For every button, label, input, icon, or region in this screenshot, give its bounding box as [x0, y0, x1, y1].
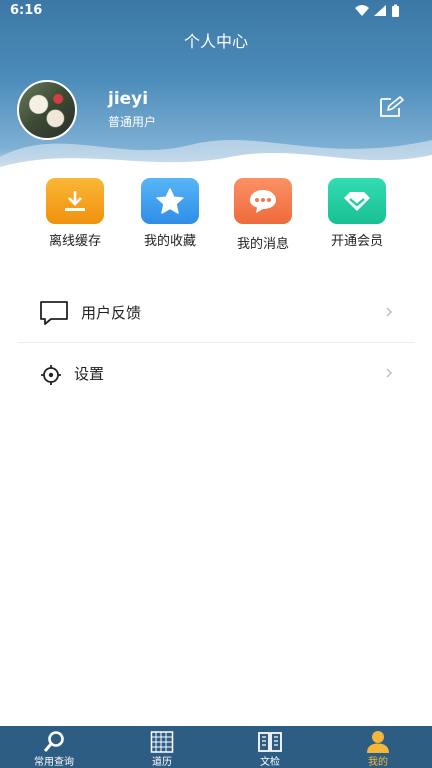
open-membership-button[interactable]: 开通会员 — [314, 178, 400, 249]
username: jieyi — [108, 89, 149, 109]
menu-item-feedback[interactable]: 用户反馈 — [17, 282, 415, 343]
settings-icon — [40, 364, 70, 390]
page-title: 个人中心 — [183, 32, 248, 51]
user-role: 普通用户 — [108, 115, 157, 129]
feedback-icon — [39, 300, 69, 326]
quick-action-label: 开通会员 — [330, 234, 383, 249]
offline-cache-button[interactable]: 离线缓存 — [32, 178, 118, 249]
tab-mine[interactable]: 我的 — [324, 726, 432, 768]
edit-profile-button[interactable] — [378, 95, 406, 119]
tab-label: 我的 — [368, 757, 388, 768]
my-messages-button[interactable]: 我的消息 — [220, 178, 306, 252]
calendar-icon — [150, 730, 174, 754]
chevron-right-icon — [385, 304, 393, 318]
bottom-tab-bar: 常用查询 道历 文检 我的 — [0, 726, 432, 768]
download-icon — [46, 178, 104, 224]
star-icon — [141, 178, 199, 224]
battery-icon — [392, 4, 399, 17]
quick-actions: 离线缓存 我的收藏 我的消息 开通会员 — [0, 178, 432, 258]
tab-label: 道历 — [152, 757, 172, 768]
wifi-icon — [355, 5, 369, 16]
menu-item-label: 用户反馈 — [81, 304, 142, 322]
chevron-right-icon — [385, 365, 393, 379]
quick-action-label: 离线缓存 — [48, 234, 101, 249]
diamond-icon — [328, 178, 386, 224]
menu-item-settings[interactable]: 设置 — [17, 343, 415, 404]
book-icon — [258, 730, 282, 754]
quick-action-label: 我的消息 — [236, 237, 289, 252]
tab-label: 常用查询 — [34, 757, 74, 768]
menu-list: 用户反馈 设置 — [17, 282, 415, 404]
status-icons — [354, 3, 404, 22]
tab-documents[interactable]: 文检 — [216, 726, 324, 768]
edit-icon — [380, 96, 404, 117]
quick-action-label: 我的收藏 — [143, 234, 196, 249]
menu-item-label: 设置 — [74, 365, 105, 383]
status-time: 6:16 — [10, 3, 43, 18]
search-icon — [42, 730, 66, 754]
tab-common-query[interactable]: 常用查询 — [0, 726, 108, 768]
my-favorites-button[interactable]: 我的收藏 — [127, 178, 213, 249]
tab-calendar[interactable]: 道历 — [108, 726, 216, 768]
tab-label: 文检 — [260, 757, 280, 768]
avatar[interactable] — [17, 80, 77, 140]
chat-bubble-icon — [234, 178, 292, 224]
signal-icon — [374, 5, 386, 16]
person-icon — [366, 730, 390, 754]
status-bar: 6:16 — [0, 0, 432, 22]
